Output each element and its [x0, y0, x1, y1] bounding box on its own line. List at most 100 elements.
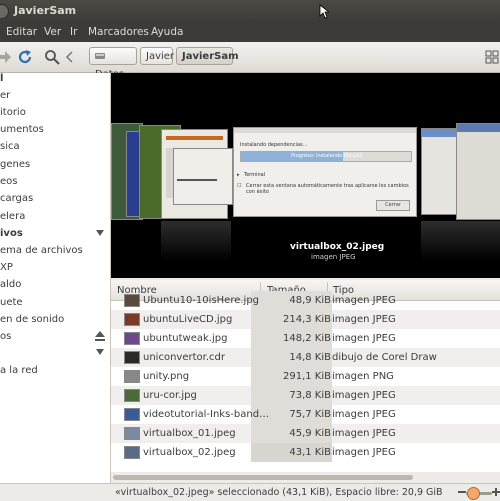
file-list: Nombre Tamaño Tipo Ubuntu10-10isHere.jpg… [111, 280, 500, 472]
reload-icon[interactable] [17, 49, 33, 65]
file-type-cell: dibujo de Corel Draw [332, 352, 437, 363]
file-thumbnail-icon [124, 408, 140, 421]
sidebar-item-sound-volume[interactable]: en de sonido [0, 314, 64, 325]
menu-editar[interactable]: Editar [6, 26, 37, 38]
menu-ayuda[interactable]: Ayuda [151, 26, 183, 38]
reflection-left [161, 221, 231, 261]
sidebar-item-paquete[interactable]: uete [0, 297, 23, 308]
file-size-cell: 48,9 KiB [289, 295, 331, 306]
toolbar: Datos Javier JavierSam [0, 42, 500, 80]
table-row[interactable]: ubuntutweak.jpg 148,2 KiB imagen JPEG [111, 329, 500, 348]
file-size-cell: 14,8 KiB [289, 352, 331, 363]
menu-marcadores[interactable]: Marcadores [88, 26, 149, 38]
sidebar-item-places[interactable]: l [0, 73, 3, 84]
file-type-cell: imagen JPEG [332, 333, 396, 344]
checkbox-icon[interactable]: ☐ [237, 183, 241, 189]
sidebar-item-network[interactable]: a la red [0, 365, 38, 376]
zoom-slider-handle[interactable] [467, 487, 480, 500]
table-row[interactable]: Ubuntu10-10isHere.jpg 48,9 KiB imagen JPEG [111, 291, 500, 310]
file-name-cell: uniconvertor.cdr [143, 352, 225, 363]
eject-icon[interactable] [94, 330, 106, 342]
sidebar-item-home[interactable]: er [0, 90, 10, 101]
file-type-cell: imagen JPEG [332, 447, 396, 458]
reflection-right [421, 221, 500, 261]
sidebar-item-escritorio[interactable]: itorio [0, 107, 26, 118]
status-bar: «virtualbox_02.jpeg» seleccionado (43,1 … [0, 483, 500, 501]
sidebar-item-musica[interactable]: sica [0, 141, 20, 152]
file-name-cell: ubuntutweak.jpg [143, 333, 228, 344]
thumbnail-right-2[interactable] [456, 123, 500, 220]
collapse-arrow-icon[interactable] [96, 349, 104, 355]
terminal-toggle[interactable]: Terminal [244, 172, 265, 178]
progress-text: Progreso: instalando libcurl3 [291, 153, 363, 159]
scrollbar-thumb[interactable] [113, 475, 413, 480]
horizontal-scrollbar[interactable] [111, 472, 500, 482]
sidebar: l er itorio umentos sica genes eos carga… [0, 73, 111, 485]
file-name-cell: virtualbox_02.jpeg [143, 447, 236, 458]
menu-ir[interactable]: Ir [70, 26, 77, 38]
dialog-close-button[interactable]: Cerrar [376, 200, 410, 211]
sidebar-item-discos[interactable]: os [0, 331, 11, 342]
zoom-in-icon[interactable] [492, 488, 500, 497]
file-name-cell: unity.png [143, 371, 190, 382]
search-icon[interactable] [44, 49, 60, 65]
file-size-cell: 43,1 KiB [289, 447, 331, 458]
menu-bar: Editar Ver Ir Marcadores Ayuda [0, 22, 500, 42]
file-size-cell: 75,7 KiB [289, 409, 331, 420]
file-name-cell: virtualbox_01.jpeg [143, 428, 236, 439]
preview-dialog[interactable]: Instalando dependencias… Progreso: insta… [233, 127, 417, 217]
breadcrumb-javiersam[interactable]: JavierSam [176, 47, 239, 65]
table-row[interactable]: videotutorial-Inks-band… 75,7 KiB imagen J… [111, 405, 500, 424]
status-text: «virtualbox_02.jpeg» seleccionado (43,1 … [115, 487, 443, 498]
sidebar-item-descargas[interactable]: cargas [0, 193, 33, 204]
table-row[interactable]: virtualbox_02.jpeg 43,1 KiB imagen JPEG [111, 443, 500, 462]
file-size-cell: 45,9 KiB [289, 428, 331, 439]
sidebar-item-videos[interactable]: eos [0, 176, 17, 187]
file-thumbnail-icon [124, 294, 140, 307]
file-size-cell: 291,1 KiB [282, 371, 331, 382]
table-row[interactable]: virtualbox_01.jpeg 45,9 KiB imagen JPEG [111, 424, 500, 443]
thumbnail-left-5[interactable] [173, 148, 233, 205]
dialog-checkbox-label: Cerrar esta ventana automáticamente tras… [246, 183, 409, 195]
window-title: JavierSam [14, 4, 77, 17]
table-row[interactable]: unity.png 291,1 KiB imagen PNG [111, 367, 500, 386]
sidebar-item-imagenes[interactable]: genes [0, 159, 30, 170]
table-row[interactable]: uniconvertor.cdr 14,8 KiB dibujo de Corel … [111, 348, 500, 367]
sidebar-item-papelera[interactable]: elera [0, 211, 25, 222]
collapse-arrow-icon[interactable] [96, 230, 104, 236]
breadcrumb-javier[interactable]: Javier [140, 47, 175, 65]
forward-arrow-icon[interactable] [0, 49, 12, 65]
mouse-cursor-icon [319, 4, 329, 19]
file-name-cell: Ubuntu10-10isHere.jpg [143, 295, 260, 306]
sidebar-item-filesystem[interactable]: ema de archivos [0, 245, 83, 256]
breadcrumb-label: JavierSam [182, 51, 239, 62]
file-type-cell: imagen JPEG [332, 390, 396, 401]
view-grid-icon[interactable] [484, 49, 500, 65]
sidebar-item-xp[interactable]: XP [0, 262, 13, 273]
breadcrumb-left-arrow[interactable] [63, 49, 77, 65]
breadcrumb-label: Javier [146, 51, 175, 62]
file-type-cell: imagen JPEG [332, 314, 396, 325]
file-size-cell: 73,8 KiB [289, 390, 331, 401]
sidebar-item-documentos[interactable]: umentos [0, 124, 44, 135]
file-thumbnail-icon [124, 351, 140, 364]
preview-filetype: imagen JPEG [311, 253, 356, 261]
table-row[interactable]: uru-cor.jpg 73,8 KiB imagen JPEG [111, 386, 500, 405]
file-type-cell: imagen JPEG [332, 428, 396, 439]
sidebar-item-respaldo[interactable]: aldo [0, 279, 21, 290]
dialog-title: Instalando dependencias… [240, 142, 308, 148]
file-thumbnail-icon [124, 370, 140, 383]
title-bar: JavierSam [0, 0, 500, 22]
close-window-button[interactable] [0, 4, 9, 19]
sidebar-section-devices[interactable]: ivos [0, 228, 23, 239]
file-thumbnail-icon [124, 389, 140, 402]
expander-arrow-icon: ▸ [237, 172, 240, 178]
file-type-cell: imagen JPEG [332, 409, 396, 420]
menu-ver[interactable]: Ver [44, 26, 61, 38]
file-type-cell: imagen PNG [332, 371, 394, 382]
preview-filename: virtualbox_02.jpeg [290, 242, 385, 252]
file-name-cell: videotutorial-Inks-band… [143, 409, 270, 420]
breadcrumb-datos[interactable]: Datos [89, 47, 137, 80]
table-row[interactable]: ubuntuLiveCD.jpg 214,3 KiB imagen JPEG [111, 310, 500, 329]
file-thumbnail-icon [124, 427, 140, 440]
